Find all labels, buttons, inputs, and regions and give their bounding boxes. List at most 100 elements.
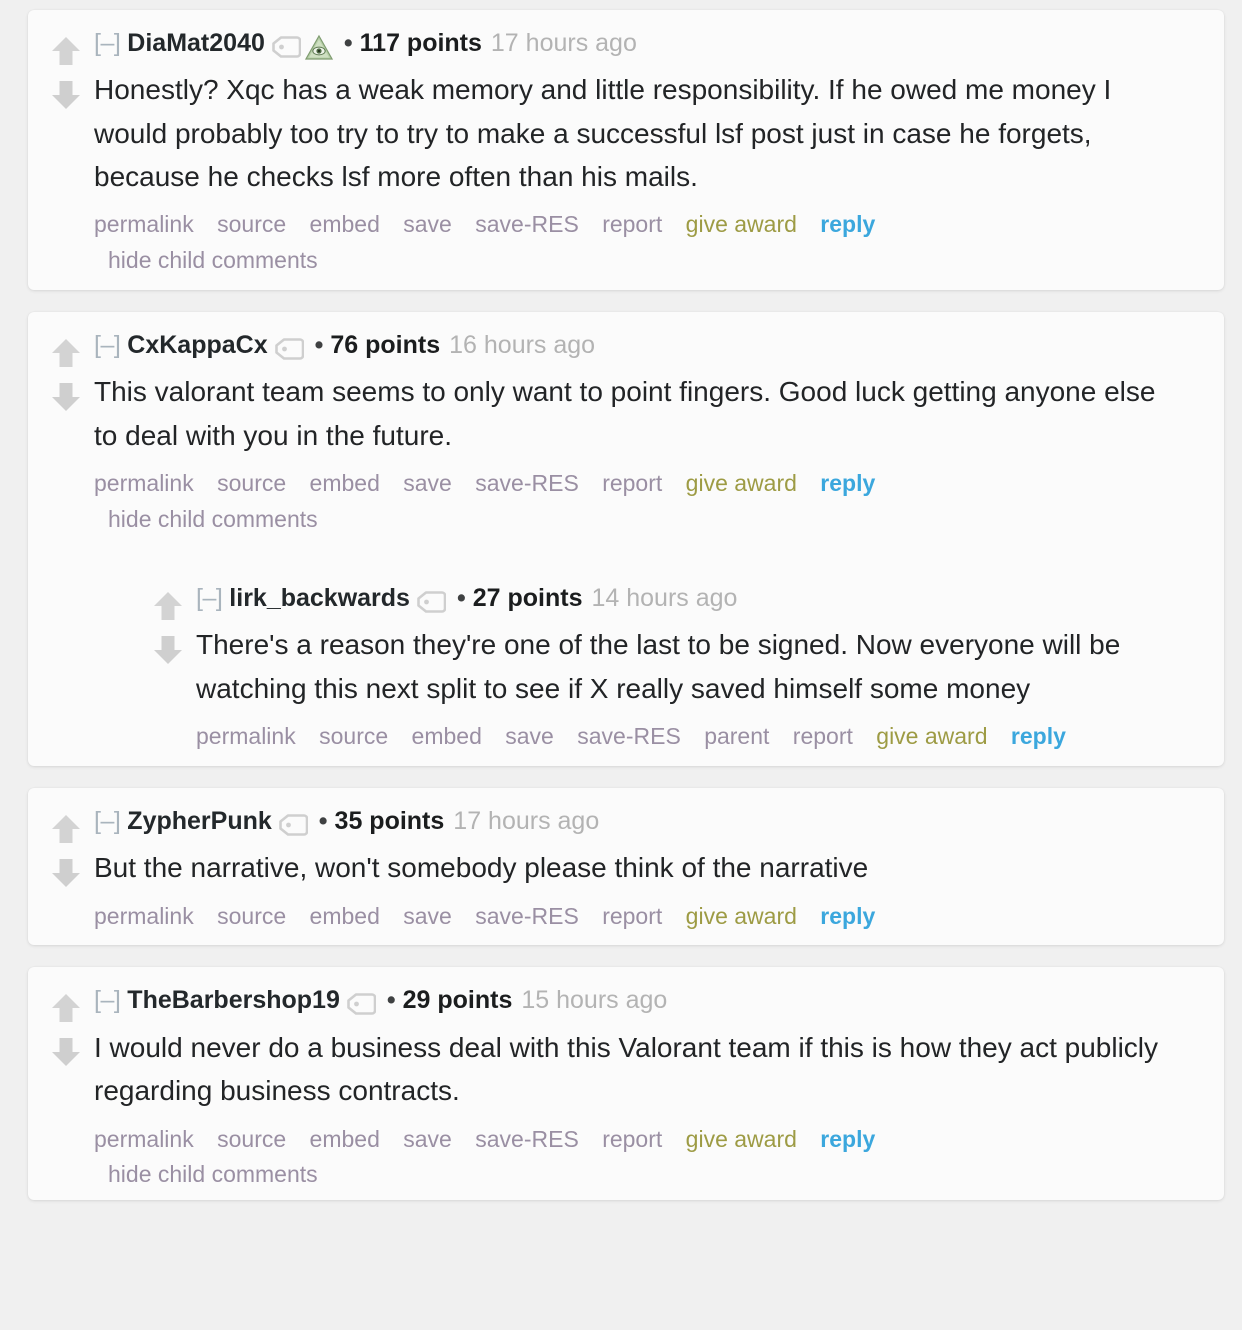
- comment-body: Honestly? Xqc has a weak memory and litt…: [94, 74, 1112, 193]
- comment-content: [–] ZypherPunk • 35 points 17 hours ago …: [88, 806, 1208, 932]
- comment-author[interactable]: TheBarbershop19: [127, 985, 340, 1016]
- collapse-toggle[interactable]: [–]: [94, 330, 121, 361]
- comment-author[interactable]: lirk_backwards: [229, 583, 410, 614]
- downvote-arrow-icon[interactable]: [51, 1035, 81, 1069]
- permalink-link[interactable]: permalink: [94, 211, 194, 237]
- vote-controls: [44, 806, 88, 890]
- upvote-arrow-icon[interactable]: [51, 812, 81, 846]
- user-tag-icon[interactable]: [271, 35, 302, 58]
- report-link[interactable]: report: [602, 1126, 662, 1152]
- report-link[interactable]: report: [793, 723, 853, 749]
- comment-score: 117 points: [359, 29, 482, 57]
- report-link[interactable]: report: [602, 470, 662, 496]
- hide-child-comments-link[interactable]: hide child comments: [108, 247, 318, 273]
- comment-content: [–] TheBarbershop19 • 29 points 15 hours…: [88, 985, 1208, 1190]
- reply-link[interactable]: reply: [820, 903, 875, 929]
- save-link[interactable]: save: [403, 470, 452, 496]
- upvote-arrow-icon[interactable]: [51, 34, 81, 68]
- upvote-arrow-icon[interactable]: [51, 991, 81, 1025]
- report-link[interactable]: report: [602, 903, 662, 929]
- embed-link[interactable]: embed: [310, 903, 380, 929]
- reply-link[interactable]: reply: [1011, 723, 1066, 749]
- comment-actions-secondary: hide child comments: [94, 1160, 1208, 1190]
- downvote-arrow-icon[interactable]: [153, 633, 183, 667]
- user-tag-icon[interactable]: [278, 813, 309, 836]
- comment-card: [–] CxKappaCx • 76 points 16 hours ago T…: [28, 312, 1224, 766]
- collapse-toggle[interactable]: [–]: [94, 985, 121, 1016]
- user-tag-icon[interactable]: [274, 337, 304, 360]
- give-award-link[interactable]: give award: [686, 211, 797, 237]
- embed-link[interactable]: embed: [412, 723, 482, 749]
- comment-timestamp: 17 hours ago: [453, 806, 600, 835]
- give-award-link[interactable]: give award: [686, 470, 797, 496]
- comment-body: There's a reason they're one of the last…: [196, 629, 1121, 704]
- tagline-separator: •: [456, 584, 466, 613]
- downvote-arrow-icon[interactable]: [51, 856, 81, 890]
- parent-link[interactable]: parent: [704, 723, 769, 749]
- hide-child-comments-link[interactable]: hide child comments: [108, 506, 318, 532]
- tagline-separator: •: [314, 331, 324, 360]
- collapse-toggle[interactable]: [–]: [94, 28, 121, 59]
- comment-card: [–] ZypherPunk • 35 points 17 hours ago …: [28, 787, 1224, 946]
- comment-tagline: [–] CxKappaCx • 76 points 16 hours ago: [94, 330, 1208, 361]
- comment-author[interactable]: CxKappaCx: [127, 330, 267, 361]
- save-res-link[interactable]: save-RES: [577, 723, 681, 749]
- save-link[interactable]: save: [403, 903, 452, 929]
- embed-link[interactable]: embed: [310, 1126, 380, 1152]
- give-award-link[interactable]: give award: [686, 1126, 797, 1152]
- comment-row: [–] DiaMat2040 • 117 points 17 hours ago…: [44, 28, 1208, 276]
- user-tag-icon[interactable]: [346, 992, 377, 1015]
- comment-actions-secondary: hide child comments: [94, 505, 1208, 535]
- source-link[interactable]: source: [217, 903, 286, 929]
- tagline-separator: •: [318, 806, 328, 835]
- comment-actions: permalink source embed save save-RES rep…: [94, 1125, 1208, 1155]
- save-res-link[interactable]: save-RES: [475, 211, 579, 237]
- save-link[interactable]: save: [403, 1126, 452, 1152]
- save-res-link[interactable]: save-RES: [475, 1126, 579, 1152]
- upvote-arrow-icon[interactable]: [51, 336, 81, 370]
- comment-content: [–] lirk_backwards • 27 points 14 hours …: [190, 583, 1208, 752]
- source-link[interactable]: source: [217, 211, 286, 237]
- embed-link[interactable]: embed: [310, 470, 380, 496]
- comment-row: [–] ZypherPunk • 35 points 17 hours ago …: [44, 806, 1208, 932]
- source-link[interactable]: source: [217, 1126, 286, 1152]
- illuminati-pyramid-eye-emoji: [304, 34, 333, 62]
- downvote-arrow-icon[interactable]: [51, 380, 81, 414]
- save-link[interactable]: save: [403, 211, 452, 237]
- comment-card: [–] DiaMat2040 • 117 points 17 hours ago…: [28, 10, 1224, 291]
- user-tag-icon[interactable]: [416, 590, 447, 613]
- tagline-separator: •: [386, 986, 396, 1015]
- report-link[interactable]: report: [602, 211, 662, 237]
- comment-score: 27 points: [472, 584, 583, 613]
- save-link[interactable]: save: [505, 723, 554, 749]
- comment-author[interactable]: DiaMat2040: [127, 28, 265, 59]
- comment-tagline: [–] lirk_backwards • 27 points 14 hours …: [196, 583, 1208, 614]
- hide-child-comments-link[interactable]: hide child comments: [108, 1161, 318, 1187]
- reply-link[interactable]: reply: [820, 470, 875, 496]
- permalink-link[interactable]: permalink: [94, 903, 194, 929]
- downvote-arrow-icon[interactable]: [51, 78, 81, 112]
- save-res-link[interactable]: save-RES: [475, 470, 579, 496]
- give-award-link[interactable]: give award: [686, 903, 797, 929]
- permalink-link[interactable]: permalink: [94, 1126, 194, 1152]
- comment-tagline: [–] DiaMat2040 • 117 points 17 hours ago: [94, 28, 1208, 62]
- comment-timestamp: 15 hours ago: [521, 986, 668, 1015]
- comment-score: 35 points: [334, 806, 445, 835]
- reply-link[interactable]: reply: [820, 211, 875, 237]
- embed-link[interactable]: embed: [310, 211, 380, 237]
- comment-body: I would never do a business deal with th…: [94, 1031, 1159, 1107]
- collapse-toggle[interactable]: [–]: [196, 583, 223, 614]
- comment-actions: permalink source embed save save-RES rep…: [94, 210, 1208, 240]
- reply-link[interactable]: reply: [820, 1126, 875, 1152]
- give-award-link[interactable]: give award: [876, 723, 987, 749]
- collapse-toggle[interactable]: [–]: [94, 806, 121, 837]
- source-link[interactable]: source: [319, 723, 388, 749]
- save-res-link[interactable]: save-RES: [475, 903, 579, 929]
- upvote-arrow-icon[interactable]: [153, 589, 183, 623]
- comment-author[interactable]: ZypherPunk: [127, 806, 271, 837]
- source-link[interactable]: source: [217, 470, 286, 496]
- permalink-link[interactable]: permalink: [196, 723, 296, 749]
- comment-timestamp: 16 hours ago: [449, 331, 596, 360]
- permalink-link[interactable]: permalink: [94, 470, 194, 496]
- comment-actions-secondary: hide child comments: [94, 246, 1208, 276]
